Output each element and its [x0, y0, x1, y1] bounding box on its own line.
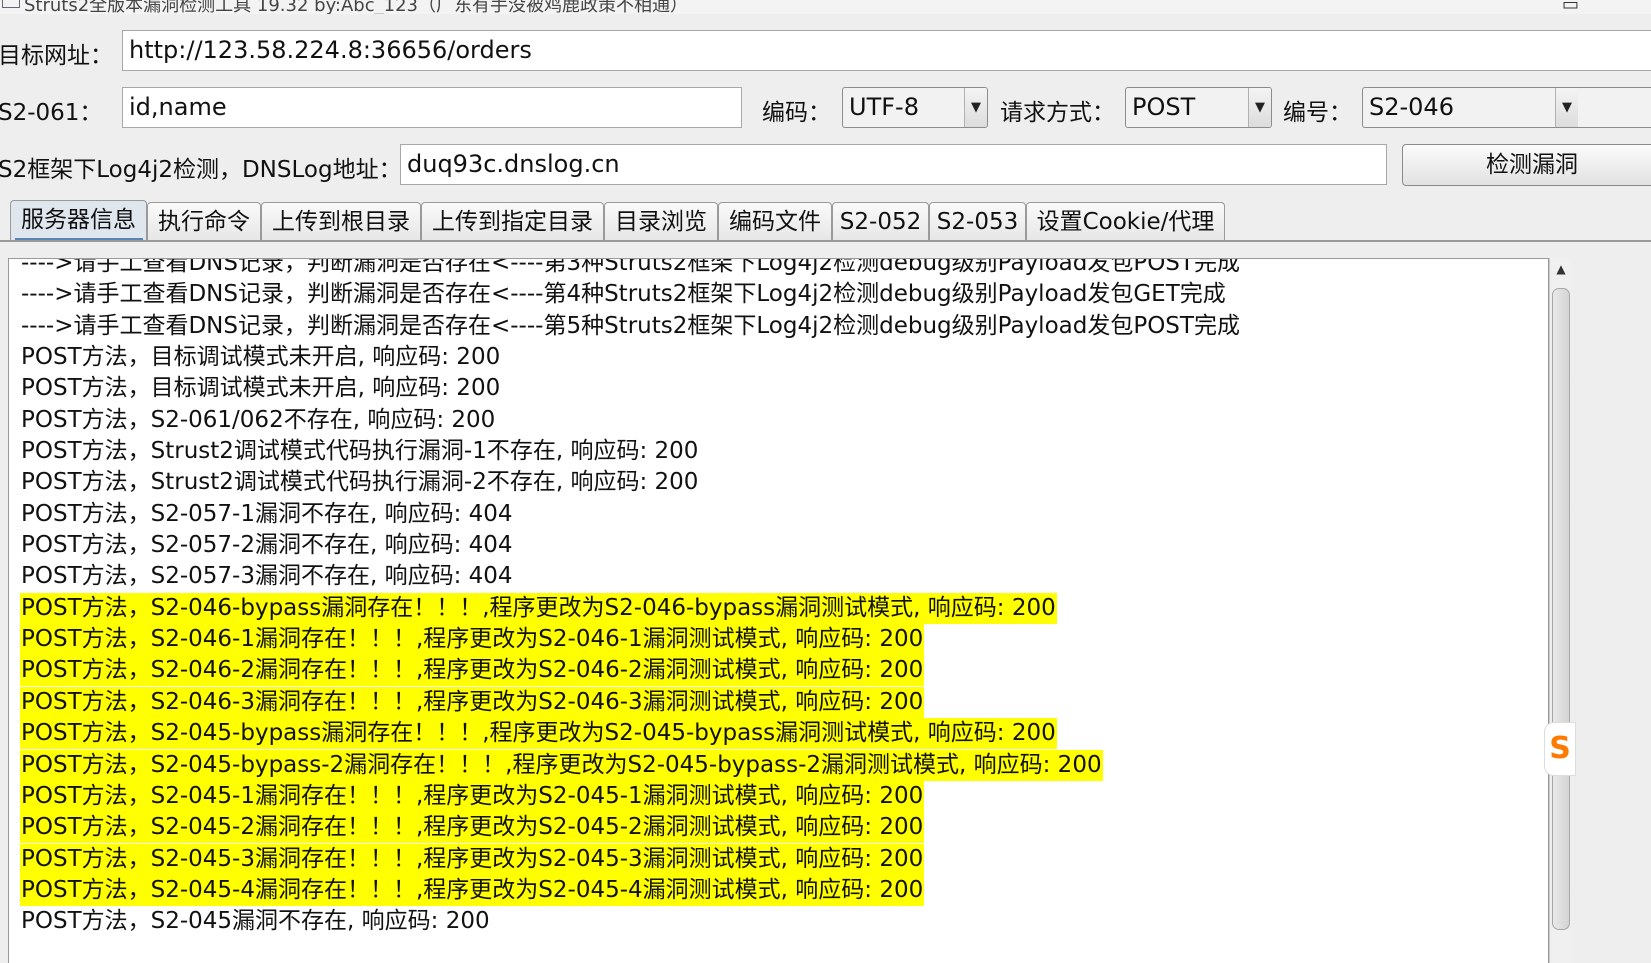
dnslog-input[interactable]: duq93c.dnslog.cn [400, 144, 1387, 185]
output-line: POST方法，S2-057-1漏洞不存在, 响应码: 404 [20, 499, 1241, 530]
side-widget-label: S [1549, 731, 1571, 766]
output-line-text: POST方法，Strust2调试模式代码执行漏洞-1不存在, 响应码: 200 [21, 438, 699, 465]
output-line-text: ---->请手工查看DNS记录，判断漏洞是否存在<----第4种Struts2框… [21, 281, 1226, 308]
output-line: POST方法，S2-046-2漏洞存在！！！,程序更改为S2-046-2漏洞测试… [20, 655, 1241, 687]
tab-label: 目录浏览 [615, 209, 707, 235]
app-icon [2, 0, 20, 8]
tab-label: S2-052 [839, 209, 922, 235]
output-line: POST方法，S2-045-4漏洞存在！！！,程序更改为S2-045-4漏洞测试… [20, 874, 1241, 906]
output-line-text: POST方法，S2-046-2漏洞存在！！！,程序更改为S2-046-2漏洞测试… [20, 655, 925, 687]
output-line: ---->请手工查看DNS记录，判断漏洞是否存在<----第3种Struts2框… [20, 258, 1241, 279]
tab-s2-052[interactable]: S2-052 [832, 202, 929, 241]
detect-vuln-button[interactable]: 检测漏洞 [1402, 144, 1651, 186]
target-url-label: 目标网址： [0, 43, 113, 69]
output-line: ---->请手工查看DNS记录，判断漏洞是否存在<----第5种Struts2框… [20, 311, 1241, 342]
output-line-text: POST方法，S2-045-bypass漏洞存在！！！,程序更改为S2-045-… [20, 718, 1057, 750]
output-line: POST方法，S2-045-bypass-2漏洞存在！！！,程序更改为S2-04… [20, 749, 1241, 781]
output-line-text: POST方法，S2-045-bypass-2漏洞存在！！！,程序更改为S2-04… [20, 749, 1103, 781]
output-line: POST方法，Strust2调试模式代码执行漏洞-2不存在, 响应码: 200 [20, 467, 1241, 498]
number-label: 编号： [1283, 100, 1352, 126]
output-line: POST方法，S2-045-2漏洞存在！！！,程序更改为S2-045-2漏洞测试… [20, 812, 1241, 844]
chevron-down-icon[interactable]: ▼ [1555, 88, 1578, 127]
tab-label: 设置Cookie/代理 [1036, 209, 1215, 235]
output-line-text: ---->请手工查看DNS记录，判断漏洞是否存在<----第3种Struts2框… [21, 258, 1240, 276]
output-lines: ---->请手工查看DNS记录，判断漏洞是否存在<----第3种Struts2框… [20, 258, 1241, 938]
number-select[interactable]: S2-046 ▼ [1362, 87, 1651, 128]
tab-label: 编码文件 [729, 209, 821, 235]
chevron-down-icon[interactable]: ▼ [1248, 88, 1271, 127]
scrollbar-thumb[interactable] [1552, 288, 1570, 930]
output-line-text: POST方法，目标调试模式未开启, 响应码: 200 [21, 344, 501, 371]
output-line: POST方法，S2-046-bypass漏洞存在！！！,程序更改为S2-046-… [20, 592, 1241, 624]
output-line: POST方法，S2-057-2漏洞不存在, 响应码: 404 [20, 530, 1241, 561]
tab-label: 上传到根目录 [272, 209, 410, 235]
dnslog-label: S2框架下Log4j2检测，DNSLog地址： [0, 157, 402, 183]
tab-encode-file[interactable]: 编码文件 [718, 202, 832, 241]
chevron-down-icon[interactable]: ▼ [964, 88, 987, 127]
output-line-text: POST方法，S2-045漏洞不存在, 响应码: 200 [21, 908, 490, 935]
window-title: Struts2全版本漏洞检测工具 19.32 by:Abc_123（广东有手没被… [24, 0, 688, 14]
encoding-label: 编码： [762, 100, 831, 126]
detect-vuln-label: 检测漏洞 [1486, 152, 1578, 178]
side-floating-widget[interactable]: S [1544, 722, 1576, 776]
output-line-text: POST方法，S2-045-2漏洞存在！！！,程序更改为S2-045-2漏洞测试… [20, 812, 925, 844]
target-url-input[interactable]: http://123.58.224.8:36656/orders [122, 30, 1651, 71]
output-line: ---->请手工查看DNS记录，判断漏洞是否存在<----第4种Struts2框… [20, 279, 1241, 310]
tab-bar: 服务器信息 执行命令 上传到根目录 上传到指定目录 目录浏览 编码文件 S2-0… [0, 200, 1651, 242]
output-line: POST方法，目标调试模式未开启, 响应码: 200 [20, 373, 1241, 404]
s2061-label: S2-061： [0, 100, 103, 126]
method-select[interactable]: POST ▼ [1125, 87, 1272, 128]
tab-directory-browse[interactable]: 目录浏览 [604, 202, 718, 241]
output-line: POST方法，S2-045-bypass漏洞存在！！！,程序更改为S2-045-… [20, 718, 1241, 750]
output-textarea[interactable]: ---->请手工查看DNS记录，判断漏洞是否存在<----第3种Struts2框… [8, 258, 1549, 963]
tab-server-info[interactable]: 服务器信息 [10, 200, 147, 242]
output-line: POST方法，S2-045漏洞不存在, 响应码: 200 [20, 906, 1241, 937]
output-line: POST方法，S2-045-1漏洞存在！！！,程序更改为S2-045-1漏洞测试… [20, 780, 1241, 812]
output-line-text: POST方法，S2-046-1漏洞存在！！！,程序更改为S2-046-1漏洞测试… [20, 624, 925, 656]
window-titlebar: Struts2全版本漏洞检测工具 19.32 by:Abc_123（广东有手没被… [0, 0, 1651, 14]
output-line-text: POST方法，S2-046-3漏洞存在！！！,程序更改为S2-046-3漏洞测试… [20, 686, 925, 718]
tab-s2-053[interactable]: S2-053 [929, 202, 1026, 241]
output-line-text: POST方法，Strust2调试模式代码执行漏洞-2不存在, 响应码: 200 [21, 469, 699, 496]
output-line: POST方法，S2-046-1漏洞存在！！！,程序更改为S2-046-1漏洞测试… [20, 624, 1241, 656]
output-line: POST方法，S2-045-3漏洞存在！！！,程序更改为S2-045-3漏洞测试… [20, 843, 1241, 875]
tab-label: 执行命令 [158, 209, 250, 235]
encoding-value: UTF-8 [849, 93, 919, 121]
output-line-text: POST方法，S2-045-1漏洞存在！！！,程序更改为S2-045-1漏洞测试… [20, 780, 925, 812]
method-label: 请求方式： [1000, 100, 1115, 126]
tab-upload-root[interactable]: 上传到根目录 [261, 202, 421, 241]
output-line: POST方法，Strust2调试模式代码执行漏洞-1不存在, 响应码: 200 [20, 436, 1241, 467]
output-line-text: ---->请手工查看DNS记录，判断漏洞是否存在<----第5种Struts2框… [21, 312, 1240, 339]
tab-baseline [0, 240, 1651, 242]
scroll-up-icon[interactable]: ▲ [1550, 260, 1572, 278]
tab-cookie-proxy[interactable]: 设置Cookie/代理 [1026, 202, 1225, 241]
output-line-text: POST方法，S2-061/062不存在, 响应码: 200 [21, 406, 496, 433]
output-line-text: POST方法，S2-045-3漏洞存在！！！,程序更改为S2-045-3漏洞测试… [20, 843, 925, 875]
output-line-text: POST方法，S2-045-4漏洞存在！！！,程序更改为S2-045-4漏洞测试… [20, 874, 925, 906]
tab-label: 上传到指定目录 [432, 209, 593, 235]
output-line-text: POST方法，S2-057-3漏洞不存在, 响应码: 404 [21, 563, 513, 590]
output-line: POST方法，S2-046-3漏洞存在！！！,程序更改为S2-046-3漏洞测试… [20, 686, 1241, 718]
encoding-select[interactable]: UTF-8 ▼ [842, 87, 988, 128]
tab-upload-specified[interactable]: 上传到指定目录 [421, 202, 604, 241]
output-line-text: POST方法，S2-046-bypass漏洞存在！！！,程序更改为S2-046-… [20, 592, 1057, 624]
output-line-text: POST方法，S2-057-1漏洞不存在, 响应码: 404 [21, 500, 513, 527]
output-line-text: POST方法，S2-057-2漏洞不存在, 响应码: 404 [21, 532, 513, 559]
vertical-scrollbar[interactable]: ▲ [1549, 258, 1571, 963]
number-value: S2-046 [1369, 93, 1454, 121]
tab-label: 服务器信息 [21, 207, 136, 233]
s2061-params-input[interactable]: id,name [122, 87, 742, 128]
output-line-text: POST方法，目标调试模式未开启, 响应码: 200 [21, 375, 501, 402]
output-line: POST方法，目标调试模式未开启, 响应码: 200 [20, 342, 1241, 373]
tab-execute-command[interactable]: 执行命令 [147, 202, 261, 241]
output-line: POST方法，S2-057-3漏洞不存在, 响应码: 404 [20, 561, 1241, 592]
tab-label: S2-053 [936, 209, 1019, 235]
output-line: POST方法，S2-061/062不存在, 响应码: 200 [20, 405, 1241, 436]
minimize-icon[interactable]: ▭ [1562, 0, 1579, 14]
method-value: POST [1132, 93, 1196, 121]
